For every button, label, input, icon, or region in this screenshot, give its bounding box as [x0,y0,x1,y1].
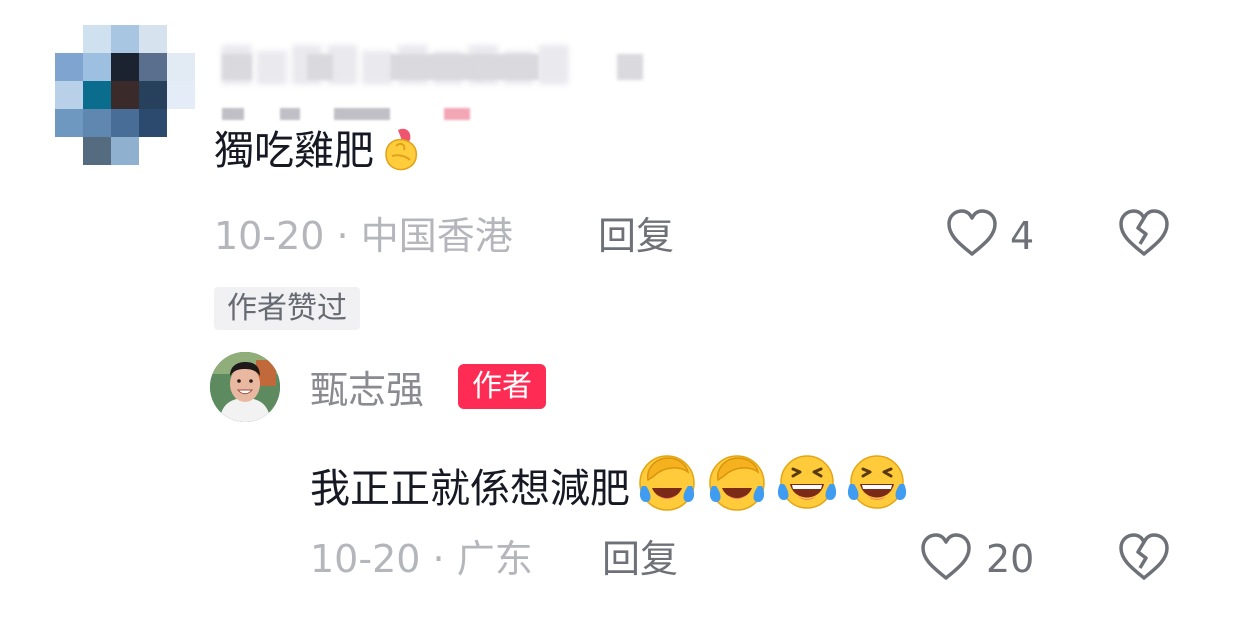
comment-location: 中国香港 [360,214,513,258]
reply-meta: 10-20 · 广东 [310,537,533,581]
blurred-username: ▇▆▇▇▆▇▆▇▆▇ [222,40,692,84]
user-avatar-icon [210,352,280,422]
reply-location: 广东 [456,537,533,581]
comment-date: 10-20 [214,214,325,258]
like-heart-icon[interactable] [918,530,974,584]
face-palm-crying-emoji-icon [634,450,700,523]
face-palm-crying-emoji-icon [704,450,770,523]
like-count: 4 [1010,214,1035,258]
comment-text: 獨吃雞肥 [214,124,428,185]
commenter-avatar[interactable] [55,25,195,165]
reply-date: 10-20 [310,537,421,581]
dislike-broken-heart-icon[interactable] [1116,206,1172,260]
reply-button[interactable]: 回复 [598,214,674,258]
finger-heart-emoji-icon [378,124,428,185]
like-heart-icon[interactable] [944,206,1000,260]
comment-text-content: 獨吃雞肥 [214,128,374,174]
tears-of-joy-emoji-icon [844,450,910,523]
author-avatar[interactable] [210,352,280,422]
meta-separator: · [336,214,349,258]
meta-separator: · [432,537,445,581]
reply-text: 我正正就係想減肥 [310,450,910,523]
comment-meta: 10-20 · 中国香港 [214,214,513,258]
liked-by-author-badge: 作者赞过 [214,287,360,330]
author-username[interactable]: 甄志强 [310,366,424,414]
like-count: 20 [986,537,1035,581]
reply-button[interactable]: 回复 [602,537,678,581]
blurred-subtitle [222,108,482,122]
dislike-broken-heart-icon[interactable] [1116,530,1172,584]
tears-of-joy-emoji-icon [774,450,840,523]
reply-text-content: 我正正就係想減肥 [310,466,630,512]
author-badge: 作者 [458,364,546,409]
